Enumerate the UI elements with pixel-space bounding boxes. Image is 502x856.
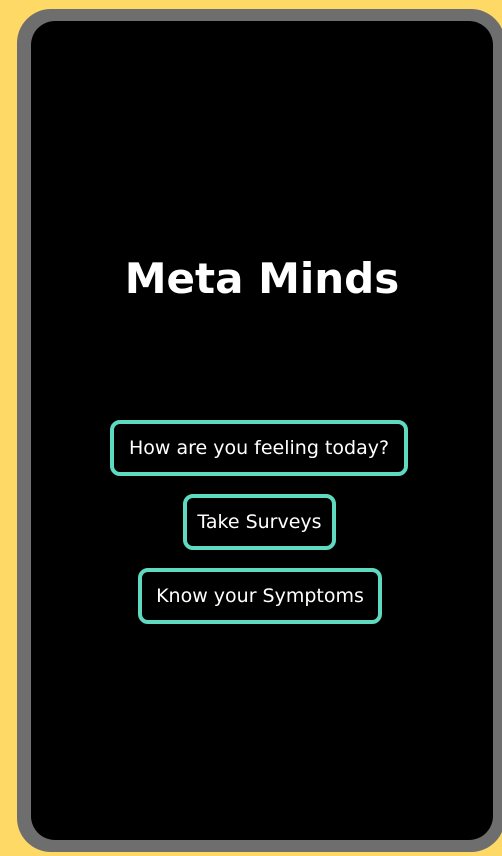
how-are-you-feeling-button[interactable]: How are you feeling today? bbox=[110, 420, 408, 476]
app-screen: Meta Minds How are you feeling today? Ta… bbox=[31, 21, 493, 840]
phone-frame: Meta Minds How are you feeling today? Ta… bbox=[17, 9, 502, 852]
app-title: Meta Minds bbox=[124, 254, 400, 303]
take-surveys-button[interactable]: Take Surveys bbox=[183, 494, 336, 550]
know-your-symptoms-button[interactable]: Know your Symptoms bbox=[138, 568, 382, 624]
